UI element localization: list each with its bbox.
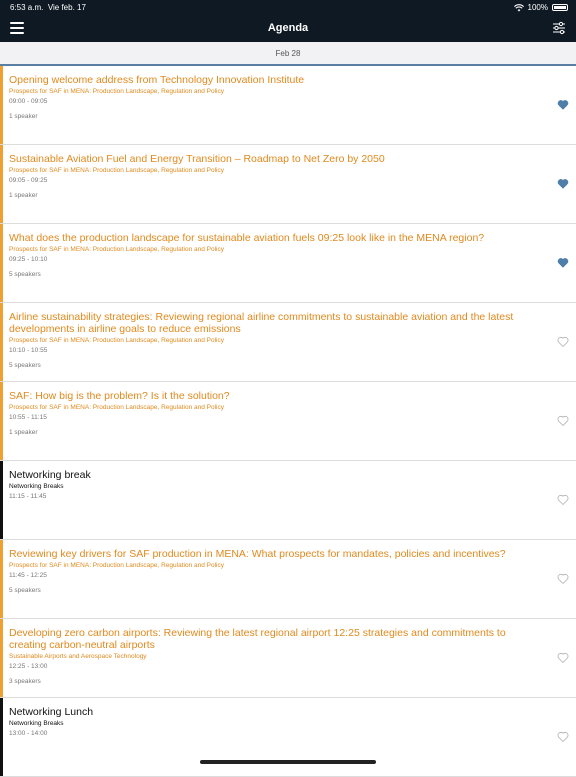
session-track: Networking Breaks [9, 483, 64, 490]
home-indicator[interactable] [200, 760, 376, 764]
session-track: Networking Breaks [9, 720, 64, 727]
session-item[interactable]: What does the production landscape for s… [0, 224, 576, 303]
session-time: 11:45 - 12:25 [9, 572, 47, 579]
session-track: Prospects for SAF in MENA: Production La… [9, 246, 224, 253]
session-title: Developing zero carbon airports: Reviewi… [9, 627, 506, 651]
session-time: 13:00 - 14:00 [9, 730, 48, 737]
session-item[interactable]: Opening welcome address from Technology … [0, 66, 576, 145]
favorite-heart-icon[interactable] [557, 257, 569, 268]
nav-bar: Agenda [0, 14, 576, 42]
session-item[interactable]: Reviewing key drivers for SAF production… [0, 540, 576, 619]
break-item[interactable]: Networking break Networking Breaks 11:15… [0, 461, 576, 540]
favorite-heart-icon[interactable] [557, 99, 569, 110]
session-time: 09:00 - 09:05 [9, 98, 48, 105]
wifi-icon [513, 3, 524, 11]
session-track: Prospects for SAF in MENA: Production La… [9, 88, 224, 95]
session-item[interactable]: SAF: How big is the problem? Is it the s… [0, 382, 576, 461]
session-time: 09:05 - 09:25 [9, 177, 48, 184]
status-time: 6:53 a.m. Vie feb. 17 [10, 3, 86, 12]
session-speakers: 1 speaker [9, 113, 38, 120]
favorite-heart-icon[interactable] [557, 652, 569, 663]
session-track: Prospects for SAF in MENA: Production La… [9, 562, 224, 569]
session-title: Opening welcome address from Technology … [9, 74, 305, 86]
favorite-heart-icon[interactable] [557, 415, 569, 426]
session-time: 10:55 - 11:15 [9, 414, 47, 421]
track-color-bar [0, 145, 3, 223]
session-item[interactable]: Developing zero carbon airports: Reviewi… [0, 619, 576, 698]
favorite-heart-icon[interactable] [557, 573, 569, 584]
track-color-bar [0, 619, 3, 697]
status-right: 100% [513, 3, 568, 12]
filter-icon[interactable] [552, 21, 566, 35]
favorite-heart-icon[interactable] [557, 336, 569, 347]
session-time: 11:15 - 11:45 [9, 493, 47, 500]
session-title: SAF: How big is the problem? Is it the s… [9, 390, 230, 402]
page-title: Agenda [267, 22, 309, 34]
session-title: Reviewing key drivers for SAF production… [9, 548, 506, 560]
favorite-heart-icon[interactable] [557, 731, 569, 742]
session-track: Sustainable Airports and Aerospace Techn… [9, 653, 147, 660]
session-item[interactable]: Airline sustainability strategies: Revie… [0, 303, 576, 382]
status-bar: 6:53 a.m. Vie feb. 17 100% [0, 0, 576, 14]
date-header: Feb 28 [0, 42, 576, 66]
session-speakers: 3 speakers [9, 678, 41, 685]
track-color-bar [0, 303, 3, 381]
session-title: Airline sustainability strategies: Revie… [9, 311, 514, 335]
track-color-bar [0, 540, 3, 618]
favorite-heart-icon[interactable] [557, 178, 569, 189]
session-time: 09:25 - 10:10 [9, 256, 48, 263]
session-speakers: 5 speakers [9, 271, 41, 278]
favorite-heart-icon[interactable] [557, 494, 569, 505]
track-color-bar [0, 66, 3, 144]
agenda-list: Opening welcome address from Technology … [0, 66, 576, 777]
session-speakers: 1 speaker [9, 192, 38, 199]
session-title: Networking break [9, 469, 91, 481]
break-item[interactable]: Networking Lunch Networking Breaks 13:00… [0, 698, 576, 777]
session-track: Prospects for SAF in MENA: Production La… [9, 404, 224, 411]
track-color-bar [0, 461, 3, 539]
session-track: Prospects for SAF in MENA: Production La… [9, 337, 224, 344]
session-item[interactable]: Sustainable Aviation Fuel and Energy Tra… [0, 145, 576, 224]
session-title: What does the production landscape for s… [9, 232, 485, 244]
session-speakers: 5 speakers [9, 362, 41, 369]
battery-icon [552, 4, 568, 11]
session-time: 12:25 - 13:00 [9, 663, 48, 670]
session-title: Networking Lunch [9, 706, 94, 718]
track-color-bar [0, 698, 3, 776]
session-title: Sustainable Aviation Fuel and Energy Tra… [9, 153, 385, 165]
session-track: Prospects for SAF in MENA: Production La… [9, 167, 224, 174]
track-color-bar [0, 382, 3, 460]
track-color-bar [0, 224, 3, 302]
session-speakers: 1 speaker [9, 429, 38, 436]
battery-percent: 100% [527, 3, 548, 12]
session-time: 10:10 - 10:55 [9, 347, 48, 354]
session-speakers: 5 speakers [9, 587, 41, 594]
